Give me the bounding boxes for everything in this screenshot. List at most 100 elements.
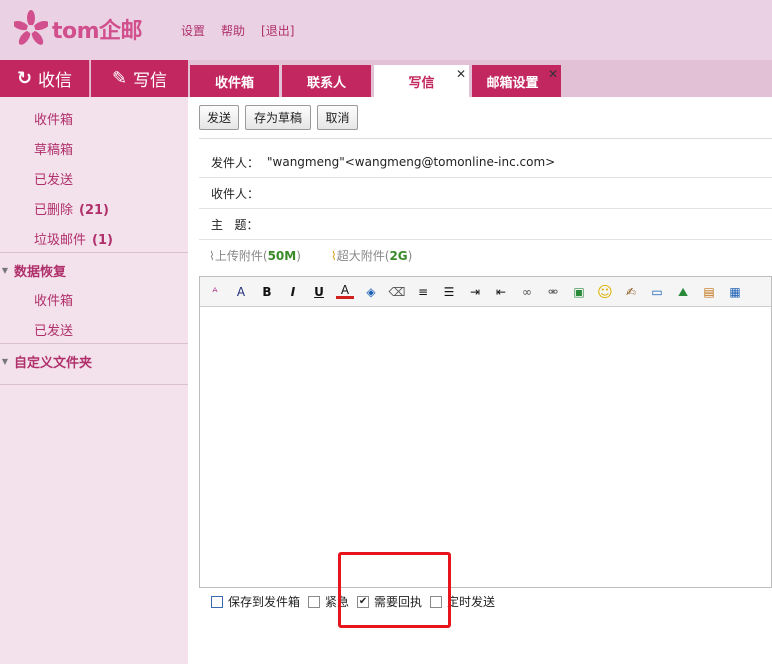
- settings-link[interactable]: 设置: [181, 22, 205, 39]
- subject-row[interactable]: 主 题：: [199, 209, 772, 240]
- bold-icon[interactable]: B: [258, 283, 276, 301]
- help-link[interactable]: 帮助: [221, 22, 245, 39]
- divider: [0, 252, 188, 253]
- send-options: 保存到发件箱 紧急 ✔ 需要回执 定时发送: [211, 593, 503, 610]
- font-size-icon[interactable]: A: [232, 283, 250, 301]
- underline-icon[interactable]: U: [310, 283, 328, 301]
- upload-attachment-link[interactable]: ⌇上传附件(50M): [209, 247, 301, 264]
- insert-picture-icon[interactable]: ⛰: [674, 283, 692, 301]
- outdent-icon[interactable]: ⇤: [492, 283, 510, 301]
- flower-logo-icon: [14, 10, 48, 45]
- upload-attachment-label: 上传附件: [214, 249, 263, 263]
- highlight-color-icon[interactable]: ◈: [362, 283, 380, 301]
- compose-mail-button[interactable]: ✎ 写信: [91, 60, 188, 97]
- compose-panel: 发送 存为草稿 取消 发件人： "wangmeng"<wangmeng@tomo…: [199, 97, 772, 664]
- read-receipt-checkbox[interactable]: ✔: [357, 595, 370, 608]
- send-button-label: 发送: [206, 111, 231, 125]
- cancel-label: 取消: [325, 111, 350, 125]
- edit-icon: ✎: [111, 68, 128, 89]
- sidebar-group-label: 自定义文件夹: [14, 356, 93, 371]
- save-to-sent-checkbox[interactable]: [211, 595, 223, 608]
- sidebar: 收件箱 草稿箱 已发送 已删除 (21) 垃圾邮件 (1) ▼ 数据恢复 收件箱 已…: [0, 97, 188, 664]
- sidebar-item-recovery-sent[interactable]: 已发送: [34, 320, 73, 339]
- save-draft-button[interactable]: 存为草稿: [245, 105, 311, 130]
- tab-compose[interactable]: 写信 ✕: [374, 65, 469, 97]
- tab-mailbox-settings[interactable]: 邮箱设置 ✕: [472, 65, 561, 97]
- editor-toolbar: ᴬ A B I U A ◈ ⌫ ≡ ☰ ⇥ ⇤ ∞ ⚮ ▣ ☺ ✍ ▭ ⛰ ▤ …: [200, 277, 771, 307]
- to-label: 收件人：: [211, 186, 260, 201]
- unread-count: (1): [92, 233, 113, 248]
- sidebar-item-sent[interactable]: 已发送: [34, 169, 73, 188]
- card-icon[interactable]: ▦: [726, 283, 744, 301]
- editor-body[interactable]: [200, 308, 771, 587]
- sidebar-item-label: 草稿箱: [34, 143, 74, 158]
- refresh-icon: ↻: [16, 68, 33, 89]
- from-value[interactable]: "wangmeng"<wangmeng@tomonline-inc.com>: [267, 155, 555, 169]
- sidebar-item-label: 收件箱: [34, 113, 74, 128]
- link-icon[interactable]: ∞: [518, 283, 536, 301]
- to-row[interactable]: 收件人：: [199, 178, 772, 209]
- brand-logo[interactable]: tom企邮: [14, 10, 143, 48]
- sidebar-item-label: 已发送: [34, 173, 74, 188]
- urgent-option[interactable]: 紧急: [308, 593, 349, 610]
- align-icon[interactable]: ≡: [414, 283, 432, 301]
- tab-inbox[interactable]: 收件箱: [190, 65, 279, 97]
- tab-label: 写信: [408, 75, 435, 91]
- scheduled-send-checkbox[interactable]: [430, 595, 443, 608]
- action-bar: ↻ 收信 ✎ 写信 收件箱 联系人 写信 ✕ 邮箱设置 ✕: [0, 60, 772, 97]
- large-size: 2G: [389, 249, 408, 263]
- receive-mail-button[interactable]: ↻ 收信: [0, 60, 90, 97]
- window-icon[interactable]: ▭: [648, 283, 666, 301]
- close-icon[interactable]: ✕: [548, 67, 558, 81]
- font-color-icon[interactable]: A: [336, 283, 354, 299]
- sidebar-group-custom-folders[interactable]: ▼ 自定义文件夹: [0, 352, 92, 371]
- sidebar-item-label: 已删除: [34, 203, 74, 218]
- option-label: 保存到发件箱: [228, 595, 301, 609]
- save-to-sent-option[interactable]: 保存到发件箱: [211, 593, 300, 610]
- sidebar-item-label: 垃圾邮件: [34, 233, 87, 248]
- subject-label: 主 题：: [211, 217, 259, 232]
- read-receipt-option[interactable]: ✔ 需要回执: [357, 593, 422, 610]
- signature-icon[interactable]: ✍: [622, 283, 640, 301]
- indent-icon[interactable]: ⇥: [466, 283, 484, 301]
- logout-link[interactable]: [退出]: [261, 22, 294, 39]
- from-label: 发件人：: [211, 155, 260, 170]
- close-icon[interactable]: ✕: [456, 67, 466, 81]
- from-row: 发件人： "wangmeng"<wangmeng@tomonline-inc.c…: [199, 147, 772, 178]
- sidebar-item-recovery-inbox[interactable]: 收件箱: [34, 290, 73, 309]
- divider: [199, 138, 772, 139]
- chevron-down-icon: ▼: [1, 266, 9, 275]
- large-attachment-link[interactable]: ⌇超大附件(2G): [331, 247, 412, 264]
- sidebar-group-recovery[interactable]: ▼ 数据恢复: [0, 261, 66, 280]
- option-label: 需要回执: [374, 595, 423, 609]
- sidebar-item-label: 已发送: [34, 324, 74, 339]
- sidebar-item-spam[interactable]: 垃圾邮件 (1): [34, 229, 113, 248]
- divider: [0, 384, 188, 385]
- compose-mail-label: 写信: [133, 71, 168, 91]
- chevron-down-icon: ▼: [1, 357, 9, 366]
- top-header: tom企邮 设置 帮助 [退出]: [0, 0, 772, 60]
- image-icon[interactable]: ▣: [570, 283, 588, 301]
- font-family-icon[interactable]: ᴬ: [206, 283, 224, 301]
- receive-mail-label: 收信: [38, 71, 73, 91]
- eraser-icon[interactable]: ⌫: [388, 283, 406, 301]
- emoji-icon[interactable]: ☺: [596, 283, 614, 301]
- urgent-checkbox[interactable]: [308, 595, 321, 608]
- sidebar-item-drafts[interactable]: 草稿箱: [34, 139, 73, 158]
- brand-name: tom企邮: [52, 19, 143, 44]
- bulleted-list-icon[interactable]: ☰: [440, 283, 458, 301]
- sidebar-item-deleted[interactable]: 已删除 (21): [34, 199, 109, 218]
- tab-label: 收件箱: [214, 75, 254, 91]
- upload-size: 50M: [267, 249, 297, 263]
- stationery-icon[interactable]: ▤: [700, 283, 718, 301]
- save-draft-label: 存为草稿: [253, 111, 302, 125]
- italic-icon[interactable]: I: [284, 283, 302, 301]
- tab-label: 邮箱设置: [486, 75, 539, 91]
- sidebar-item-inbox[interactable]: 收件箱: [34, 109, 73, 128]
- attachment-row: ⌇上传附件(50M) ⌇超大附件(2G): [209, 247, 412, 264]
- cancel-button[interactable]: 取消: [317, 105, 358, 130]
- unlink-icon[interactable]: ⚮: [544, 283, 562, 301]
- send-button[interactable]: 发送: [199, 105, 239, 130]
- tab-contacts[interactable]: 联系人: [282, 65, 371, 97]
- scheduled-send-option[interactable]: 定时发送: [430, 593, 495, 610]
